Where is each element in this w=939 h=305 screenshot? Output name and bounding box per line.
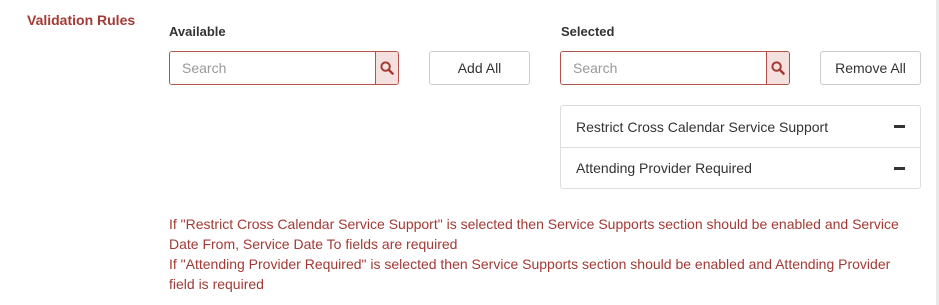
remove-all-button[interactable]: Remove All	[820, 51, 921, 85]
validation-note: If "Attending Provider Required" is sele…	[169, 256, 891, 292]
section-title: Validation Rules	[27, 12, 136, 28]
selected-item-label: Attending Provider Required	[576, 160, 752, 176]
search-icon	[380, 61, 394, 75]
add-all-button[interactable]: Add All	[429, 51, 530, 85]
available-search-input[interactable]	[170, 52, 375, 84]
search-icon	[771, 61, 785, 75]
selected-search-input[interactable]	[561, 52, 766, 84]
selected-list-item: Restrict Cross Calendar Service Support	[561, 106, 920, 147]
validation-notes: If "Restrict Cross Calendar Service Supp…	[169, 214, 919, 294]
selected-list: Restrict Cross Calendar Service Support …	[560, 105, 921, 189]
selected-item-label: Restrict Cross Calendar Service Support	[576, 118, 829, 135]
minus-icon[interactable]	[893, 162, 905, 174]
selected-heading: Selected	[561, 24, 615, 39]
available-search-group	[169, 51, 399, 85]
validation-note: If "Restrict Cross Calendar Service Supp…	[169, 216, 899, 252]
selected-list-item: Attending Provider Required	[561, 147, 920, 188]
available-heading: Available	[169, 24, 226, 39]
minus-icon[interactable]	[893, 121, 905, 133]
selected-search-group	[560, 51, 790, 85]
available-search-button[interactable]	[375, 52, 398, 84]
selected-search-button[interactable]	[766, 52, 789, 84]
